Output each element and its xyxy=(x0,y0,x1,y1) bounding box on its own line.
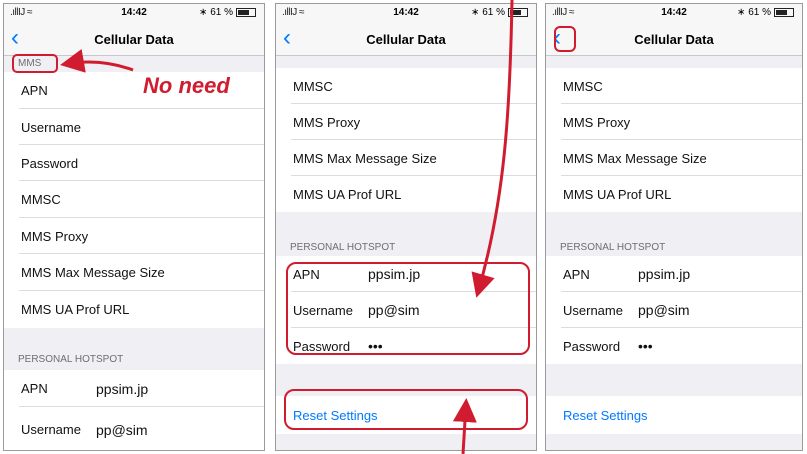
row-hotspot-apn[interactable]: APN ppsim.jp xyxy=(546,256,802,292)
row-label: MMS Proxy xyxy=(293,114,361,130)
row-hotspot-username[interactable]: Username pp@sim xyxy=(4,407,264,450)
row-mmsc[interactable]: MMSC xyxy=(4,181,264,218)
row-hotspot-username[interactable]: Username pp@sim xyxy=(546,292,802,328)
reset-settings-button[interactable]: Reset Settings xyxy=(546,396,802,434)
row-label: Password xyxy=(563,338,621,354)
row-mms-ua-prof-url[interactable]: MMS UA Prof URL xyxy=(276,176,536,212)
status-bar: .ıllIJ ≈ 14:42 ∗ 61 % xyxy=(4,4,264,22)
page-title: Cellular Data xyxy=(634,32,714,47)
row-label: MMS UA Prof URL xyxy=(21,302,130,317)
row-hotspot-password[interactable]: Password ••• xyxy=(546,328,802,364)
battery-indicator: ∗ 61 % xyxy=(737,7,794,18)
hotspot-fields-highlight xyxy=(286,262,530,355)
row-label: MMS Proxy xyxy=(21,228,89,244)
top-gap xyxy=(276,56,536,68)
hotspot-section-header: PERSONAL HOTSPOT xyxy=(546,212,802,256)
battery-indicator: ∗ 61 % xyxy=(199,7,256,18)
row-value: ppsim.jp xyxy=(638,266,691,282)
row-mms-max-message-size[interactable]: MMS Max Message Size xyxy=(4,254,264,291)
battery-icon xyxy=(774,8,794,17)
row-label: MMS UA Prof URL xyxy=(293,186,402,202)
row-hotspot-apn[interactable]: APN ppsim.jp xyxy=(4,370,264,407)
mms-header-highlight xyxy=(12,54,58,73)
navigation-bar: ‹ Cellular Data xyxy=(546,22,802,56)
page-title: Cellular Data xyxy=(366,32,446,47)
hotspot-section-header: PERSONAL HOTSPOT xyxy=(276,212,536,256)
row-mms-proxy[interactable]: MMS Proxy xyxy=(276,104,536,140)
row-label: MMS Max Message Size xyxy=(293,150,437,166)
row-mms-proxy[interactable]: MMS Proxy xyxy=(4,218,264,254)
status-bar: .ıllIJ ≈ 14:42 ∗ 61 % xyxy=(546,4,802,22)
row-username[interactable]: Username xyxy=(4,109,264,145)
row-value: pp@sim xyxy=(638,302,690,318)
row-mmsc[interactable]: MMSC xyxy=(276,68,536,104)
row-value: ppsim.jp xyxy=(96,380,149,397)
row-mms-proxy[interactable]: MMS Proxy xyxy=(546,104,802,140)
battery-indicator: ∗ 61 % xyxy=(471,7,528,18)
row-label: APN xyxy=(21,83,48,98)
no-need-annotation: No need xyxy=(143,73,230,98)
row-label: Password xyxy=(21,155,79,171)
row-label: MMS Max Message Size xyxy=(563,150,707,166)
hotspot-header-label: PERSONAL HOTSPOT xyxy=(18,354,124,365)
row-value: ••• xyxy=(638,338,653,354)
hotspot-header-label: PERSONAL HOTSPOT xyxy=(560,242,666,253)
status-bar: .ıllIJ ≈ 14:42 ∗ 61 % xyxy=(276,4,536,22)
navigation-bar: ‹ Cellular Data xyxy=(4,22,264,56)
battery-percent: ∗ 61 % xyxy=(471,7,505,18)
battery-icon xyxy=(236,8,256,17)
hotspot-header-label: PERSONAL HOTSPOT xyxy=(290,242,396,253)
settings-list[interactable]: MMSC MMS Proxy MMS Max Message Size MMS … xyxy=(546,56,802,450)
row-label: APN xyxy=(21,381,48,396)
top-gap xyxy=(546,56,802,68)
row-label: MMSC xyxy=(293,78,333,94)
row-label: Username xyxy=(21,119,81,135)
phone-screen-2: .ıllIJ ≈ 14:42 ∗ 61 % ‹ Cellular Data MM… xyxy=(275,3,537,451)
page-title: Cellular Data xyxy=(94,32,174,47)
back-button-highlight xyxy=(554,26,576,52)
reset-settings-highlight xyxy=(284,389,528,430)
row-password[interactable]: Password xyxy=(4,145,264,181)
settings-list[interactable]: MMS APN Username Password MMSC MMS Proxy… xyxy=(4,56,264,450)
row-label: MMS Proxy xyxy=(563,114,631,130)
row-value: pp@sim xyxy=(96,421,148,438)
navigation-bar: ‹ Cellular Data xyxy=(276,22,536,56)
phone-screen-3: .ıllIJ ≈ 14:42 ∗ 61 % ‹ Cellular Data MM… xyxy=(545,3,803,451)
battery-icon xyxy=(508,8,528,17)
row-label: MMSC xyxy=(21,192,61,207)
row-mms-max-message-size[interactable]: MMS Max Message Size xyxy=(546,140,802,176)
row-label: MMSC xyxy=(563,78,603,94)
row-label: MMS UA Prof URL xyxy=(563,186,672,202)
row-label: Username xyxy=(21,422,81,437)
row-mmsc[interactable]: MMSC xyxy=(546,68,802,104)
row-label: APN xyxy=(563,266,590,282)
row-label: MMS Max Message Size xyxy=(21,265,165,280)
row-label: Username xyxy=(563,302,623,318)
row-mms-max-message-size[interactable]: MMS Max Message Size xyxy=(276,140,536,176)
row-mms-ua-prof-url[interactable]: MMS UA Prof URL xyxy=(546,176,802,212)
battery-percent: ∗ 61 % xyxy=(737,7,771,18)
hotspot-section-header: PERSONAL HOTSPOT xyxy=(4,328,264,370)
reset-settings-label: Reset Settings xyxy=(563,407,648,423)
row-mms-ua-prof-url[interactable]: MMS UA Prof URL xyxy=(4,291,264,328)
battery-percent: ∗ 61 % xyxy=(199,7,233,18)
